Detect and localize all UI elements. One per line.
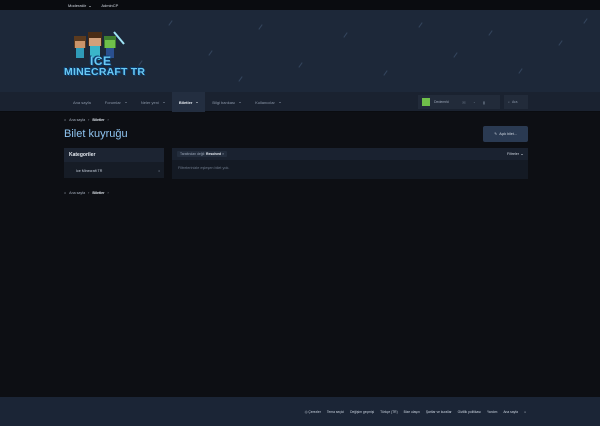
logo-text-name: MINECRAFT TR: [64, 66, 146, 78]
staff-bar: Moderatör AdminCP: [0, 0, 600, 10]
chevron-down-icon[interactable]: [124, 101, 127, 103]
filters-button[interactable]: Filtreler: [507, 152, 523, 156]
rss-icon[interactable]: ◗: [524, 410, 526, 414]
nav-tabs: Ana sayfa Forumlar Neler yeni Biletler B…: [66, 92, 288, 112]
footer-link-terms[interactable]: Şartlar ve kurallar: [426, 410, 452, 414]
footer-link-help[interactable]: Yardım: [487, 410, 497, 414]
category-count: 0: [158, 169, 160, 173]
new-ticket-icon: ✎: [494, 132, 498, 136]
site-header: ICE MINECRAFT TR: [0, 10, 600, 92]
new-ticket-button[interactable]: ✎ Açık bilet...: [483, 126, 528, 142]
close-icon[interactable]: ×: [222, 152, 224, 156]
categories-heading: Kategoriler: [64, 148, 164, 162]
username-link[interactable]: Dedemrki: [434, 100, 449, 104]
nav-forums[interactable]: Forumlar: [98, 92, 134, 112]
breadcrumb-separator: ›: [107, 191, 109, 195]
moderation-menu[interactable]: Moderatör: [68, 3, 92, 8]
home-icon[interactable]: ⌂: [64, 191, 66, 195]
page-title: Bilet kuyruğu: [64, 128, 128, 140]
chevron-down-icon[interactable]: [239, 101, 242, 103]
search-icon: ⌕: [508, 100, 510, 104]
new-ticket-label: Açık bilet...: [499, 132, 517, 136]
nav-tickets[interactable]: Biletler: [171, 92, 206, 112]
site-logo[interactable]: ICE MINECRAFT TR: [64, 30, 145, 90]
empty-message: Filtrelerinizle eşleşen bilet yok.: [178, 166, 230, 170]
chevron-down-icon: [521, 154, 523, 155]
active-filter-chip[interactable]: Tarafından değil: Resolved ×: [177, 151, 228, 157]
breadcrumb-home[interactable]: Ana sayfa: [69, 118, 85, 122]
breadcrumb: ⌂ Ana sayfa › Biletler ›: [64, 118, 109, 122]
footer-link-language[interactable]: Türkçe (TR): [380, 410, 398, 414]
category-label: Ice Minecraft TR: [76, 169, 103, 173]
breadcrumb-bottom: ⌂ Ana sayfa › Biletler ›: [64, 191, 109, 195]
signal-icon[interactable]: ▮: [481, 99, 487, 105]
main-navbar: Ana sayfa Forumlar Neler yeni Biletler B…: [0, 92, 600, 112]
breadcrumb-separator: ›: [88, 191, 90, 195]
ticket-list: Tarafından değil: Resolved × Filtreler F…: [172, 148, 528, 179]
avatar[interactable]: [422, 98, 430, 106]
footer-link-style[interactable]: Tema seçici: [327, 410, 344, 414]
nav-whats-new[interactable]: Neler yeni: [134, 92, 172, 112]
chevron-down-icon[interactable]: [162, 101, 165, 103]
categories-sidebar: Kategoriler Ice Minecraft TR 0: [64, 148, 164, 178]
footer-link-changelog[interactable]: Değişim geçmişi: [350, 410, 374, 414]
filters-label: Filtreler: [507, 152, 519, 156]
footer-link-cookies[interactable]: ◎ Çerezler: [305, 410, 321, 414]
breadcrumb-home[interactable]: Ana sayfa: [69, 191, 85, 195]
search-button[interactable]: ⌕ Ara: [504, 95, 528, 109]
home-icon[interactable]: ⌂: [64, 118, 66, 122]
admincp-link[interactable]: AdminCP: [101, 3, 118, 8]
category-item[interactable]: Ice Minecraft TR 0: [64, 165, 164, 177]
filter-bar: Tarafından değil: Resolved × Filtreler: [172, 148, 528, 160]
search-label: Ara: [511, 100, 518, 104]
nav-home[interactable]: Ana sayfa: [66, 92, 98, 112]
site-footer: ◎ Çerezler Tema seçici Değişim geçmişi T…: [0, 397, 600, 426]
bell-icon[interactable]: ◔: [471, 99, 477, 105]
breadcrumb-current[interactable]: Biletler: [92, 118, 104, 122]
user-area: Dedemrki ✉ ◔ ▮: [418, 95, 500, 109]
envelope-icon[interactable]: ✉: [461, 99, 467, 105]
breadcrumb-separator: ›: [107, 118, 109, 122]
footer-link-contact[interactable]: Bize ulaşın: [404, 410, 420, 414]
chevron-down-icon[interactable]: [278, 101, 281, 103]
footer-link-home[interactable]: Ana sayfa: [503, 410, 518, 414]
footer-link-privacy[interactable]: Gizlilik politikası: [458, 410, 481, 414]
breadcrumb-separator: ›: [88, 118, 90, 122]
filter-value: Resolved: [206, 152, 222, 156]
nav-knowledge-base[interactable]: Bilgi bankası: [205, 92, 248, 112]
breadcrumb-current[interactable]: Biletler: [92, 191, 104, 195]
footer-links: ◎ Çerezler Tema seçici Değişim geçmişi T…: [305, 410, 526, 414]
nav-members[interactable]: Kullanıcılar: [248, 92, 288, 112]
filter-prefix: Tarafından değil:: [180, 152, 206, 156]
chevron-down-icon[interactable]: [196, 101, 199, 103]
